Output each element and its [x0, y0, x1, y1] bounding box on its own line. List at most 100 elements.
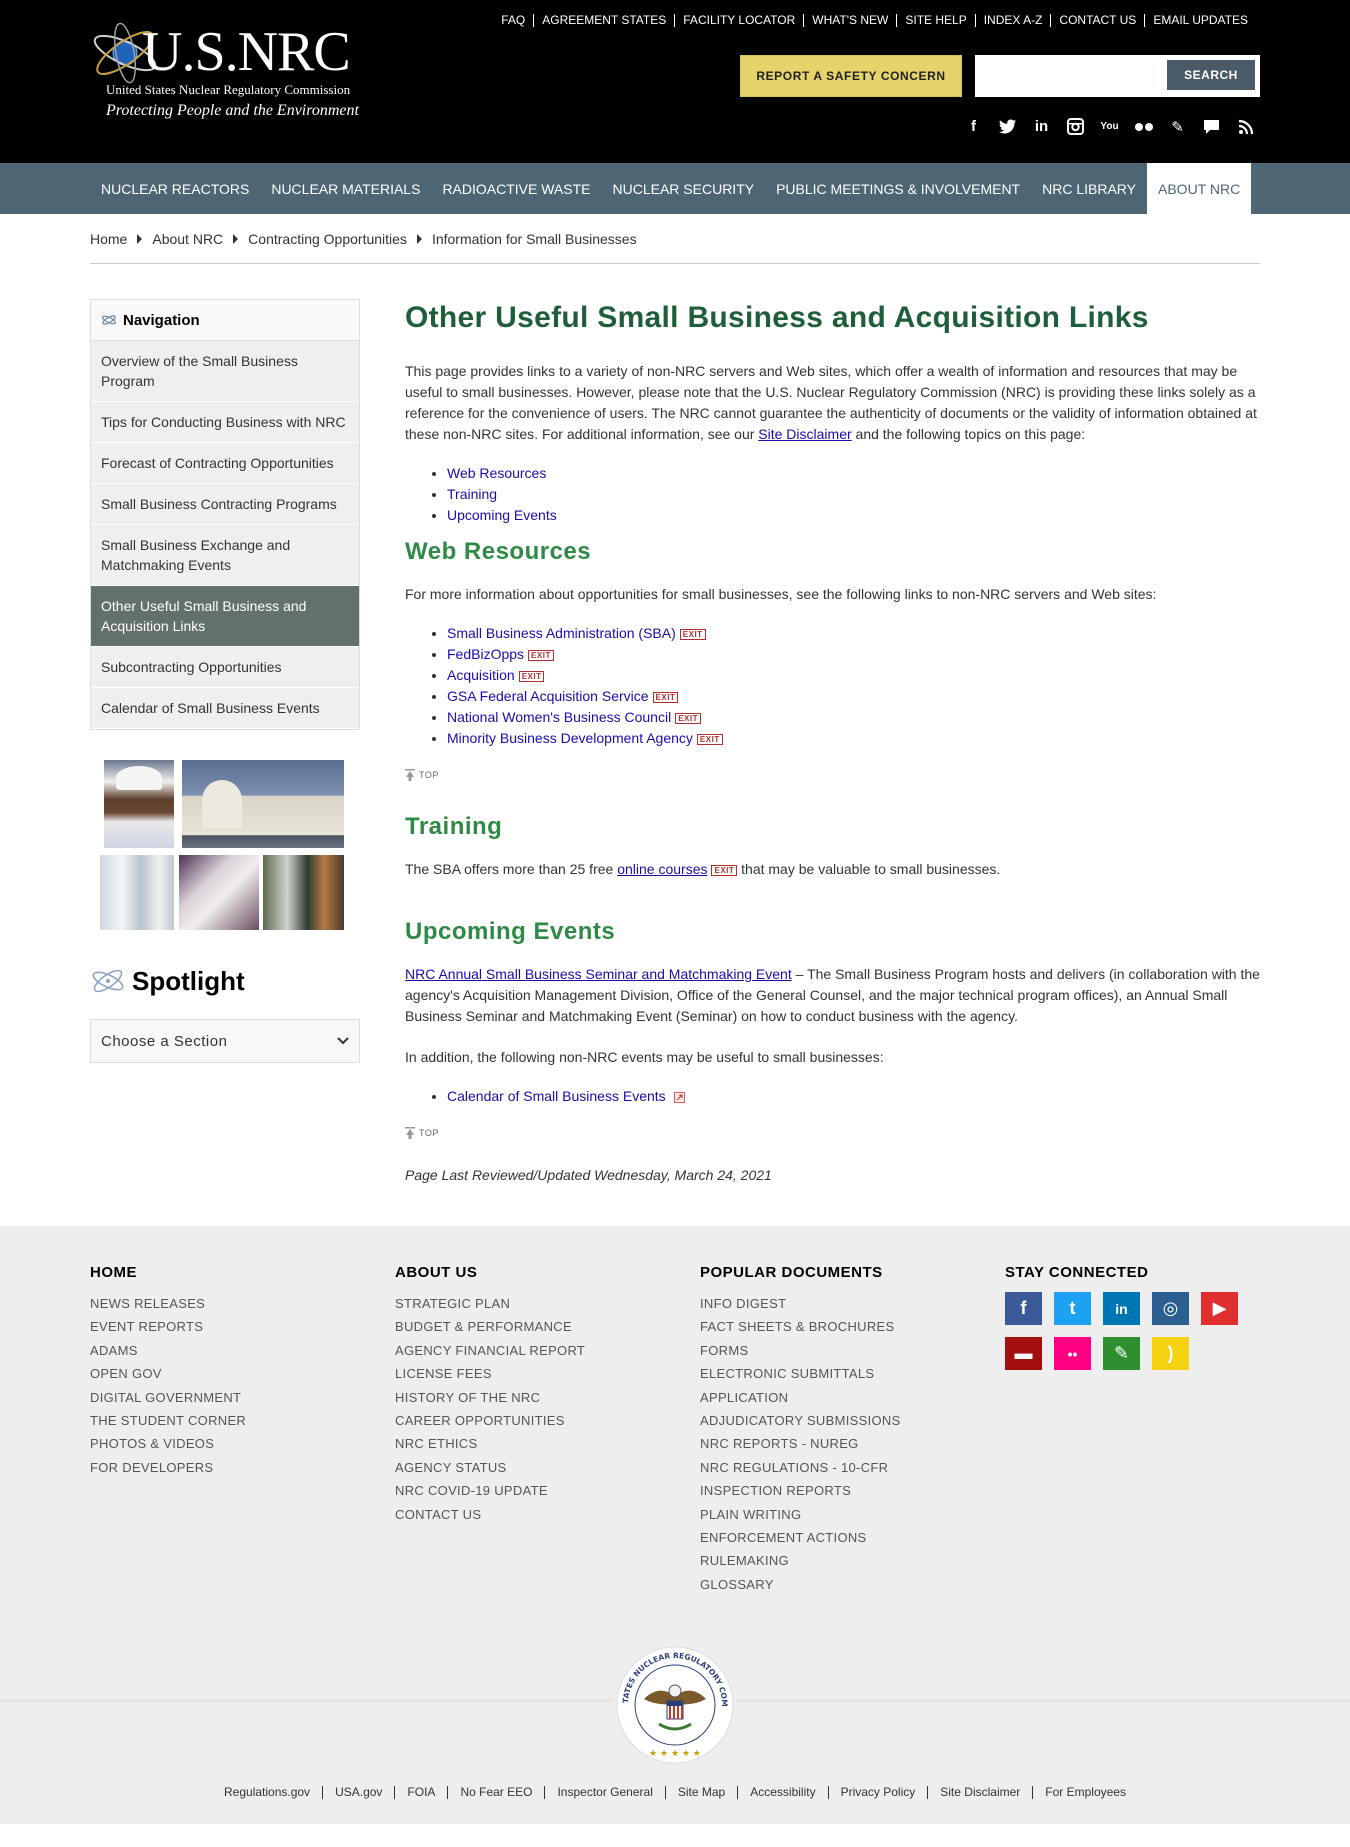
util-link-site-help[interactable]: SITE HELP — [896, 14, 974, 27]
nav-nuclear-materials[interactable]: NUCLEAR MATERIALS — [260, 163, 431, 214]
link-gsa[interactable]: GSA Federal Acquisition Service — [447, 688, 649, 704]
link-nwbc[interactable]: National Women's Business Council — [447, 709, 671, 725]
nav-nuclear-reactors[interactable]: NUCLEAR REACTORS — [90, 163, 260, 214]
sidebar-item-calendar[interactable]: Calendar of Small Business Events — [91, 688, 359, 729]
link-acquisition[interactable]: Acquisition — [447, 667, 515, 683]
comment-icon[interactable]: ▬ — [1005, 1337, 1042, 1370]
nav-about-nrc[interactable]: ABOUT NRC — [1147, 163, 1252, 214]
flickr-icon[interactable] — [1133, 116, 1154, 137]
blog-icon[interactable]: ✎ — [1103, 1337, 1140, 1370]
bottom-link-accessibility[interactable]: Accessibility — [737, 1786, 827, 1799]
footer-link[interactable]: INSPECTION REPORTS — [700, 1479, 1005, 1502]
bottom-link-foia[interactable]: FOIA — [394, 1786, 447, 1799]
breadcrumb-contracting[interactable]: Contracting Opportunities — [248, 231, 407, 247]
sidebar-item-tips[interactable]: Tips for Conducting Business with NRC — [91, 402, 359, 443]
bottom-link-site-map[interactable]: Site Map — [664, 1786, 737, 1799]
sidebar-item-overview[interactable]: Overview of the Small Business Program — [91, 341, 359, 402]
rss-icon[interactable] — [1235, 116, 1256, 137]
util-link-index[interactable]: INDEX A-Z — [974, 14, 1051, 27]
sidebar-item-contracting-programs[interactable]: Small Business Contracting Programs — [91, 484, 359, 525]
nav-nrc-library[interactable]: NRC LIBRARY — [1031, 163, 1147, 214]
util-link-facility-locator[interactable]: FACILITY LOCATOR — [674, 14, 803, 27]
footer-link[interactable]: INFO DIGEST — [700, 1292, 1005, 1315]
footer-link[interactable]: ELECTRONIC SUBMITTALS — [700, 1362, 1005, 1385]
instagram-icon[interactable]: ◎ — [1152, 1292, 1189, 1325]
report-safety-concern-button[interactable]: REPORT A SAFETY CONCERN — [740, 55, 962, 97]
back-to-top-link[interactable]: TOP — [405, 1127, 1260, 1139]
online-courses-link[interactable]: online courses — [617, 861, 707, 877]
site-disclaimer-link[interactable]: Site Disclaimer — [758, 426, 851, 442]
nrc-logo[interactable]: U.S.NRC United States Nuclear Regulatory… — [90, 18, 370, 128]
search-input[interactable] — [983, 61, 1163, 89]
footer-link[interactable]: FACT SHEETS & BROCHURES — [700, 1315, 1005, 1338]
footer-link[interactable]: NEWS RELEASES — [90, 1292, 395, 1315]
facebook-icon[interactable]: f — [1005, 1292, 1042, 1325]
sidebar-item-subcontracting[interactable]: Subcontracting Opportunities — [91, 647, 359, 688]
linkedin-icon[interactable]: in — [1031, 116, 1052, 137]
footer-link[interactable]: STRATEGIC PLAN — [395, 1292, 700, 1315]
back-to-top-link[interactable]: TOP — [405, 769, 1260, 781]
util-link-whats-new[interactable]: WHAT'S NEW — [803, 14, 896, 27]
util-link-agreement-states[interactable]: AGREEMENT STATES — [533, 14, 674, 27]
footer-link[interactable]: NRC REGULATIONS - 10-CFR — [700, 1456, 1005, 1479]
flickr-icon[interactable]: •• — [1054, 1337, 1091, 1370]
bottom-link-privacy[interactable]: Privacy Policy — [827, 1786, 928, 1799]
linkedin-icon[interactable]: in — [1103, 1292, 1140, 1325]
breadcrumb-about-nrc[interactable]: About NRC — [152, 231, 223, 247]
bottom-link-for-employees[interactable]: For Employees — [1032, 1786, 1138, 1799]
nav-nuclear-security[interactable]: NUCLEAR SECURITY — [602, 163, 766, 214]
calendar-link[interactable]: Calendar of Small Business Events — [447, 1088, 666, 1104]
search-button[interactable]: SEARCH — [1167, 60, 1255, 90]
nav-radioactive-waste[interactable]: RADIOACTIVE WASTE — [431, 163, 601, 214]
footer-link[interactable]: ENFORCEMENT ACTIONS — [700, 1526, 1005, 1549]
choose-section-dropdown[interactable]: Choose a Section — [90, 1019, 360, 1063]
nav-public-meetings[interactable]: PUBLIC MEETINGS & INVOLVEMENT — [765, 163, 1031, 214]
footer-link[interactable]: PHOTOS & VIDEOS — [90, 1432, 395, 1455]
footer-link[interactable]: AGENCY FINANCIAL REPORT — [395, 1339, 700, 1362]
footer-link[interactable]: CAREER OPPORTUNITIES — [395, 1409, 700, 1432]
comment-icon[interactable] — [1201, 116, 1222, 137]
link-mbda[interactable]: Minority Business Development Agency — [447, 730, 693, 746]
rss-icon[interactable]: ) — [1152, 1337, 1189, 1370]
toc-link-upcoming-events[interactable]: Upcoming Events — [447, 507, 557, 523]
footer-link[interactable]: NRC COVID-19 UPDATE — [395, 1479, 700, 1502]
bottom-link-regulations[interactable]: Regulations.gov — [212, 1786, 322, 1799]
facebook-icon[interactable]: f — [963, 116, 984, 137]
blog-icon[interactable]: ✎ — [1167, 116, 1188, 137]
util-link-email-updates[interactable]: EMAIL UPDATES — [1144, 14, 1256, 27]
footer-link[interactable]: EVENT REPORTS — [90, 1315, 395, 1338]
toc-link-training[interactable]: Training — [447, 486, 497, 502]
footer-link[interactable]: CONTACT US — [395, 1503, 700, 1526]
youtube-icon[interactable]: ▶ — [1201, 1292, 1238, 1325]
toc-link-web-resources[interactable]: Web Resources — [447, 465, 546, 481]
bottom-link-no-fear[interactable]: No Fear EEO — [447, 1786, 544, 1799]
footer-link[interactable]: PLAIN WRITING — [700, 1503, 1005, 1526]
instagram-icon[interactable] — [1065, 116, 1086, 137]
twitter-icon[interactable]: t — [1054, 1292, 1091, 1325]
footer-link[interactable]: ADAMS — [90, 1339, 395, 1362]
seminar-link[interactable]: NRC Annual Small Business Seminar and Ma… — [405, 966, 792, 982]
footer-link[interactable]: THE STUDENT CORNER — [90, 1409, 395, 1432]
sidebar-item-useful-links[interactable]: Other Useful Small Business and Acquisit… — [91, 586, 359, 647]
sidebar-item-exchange-matchmaking[interactable]: Small Business Exchange and Matchmaking … — [91, 525, 359, 586]
youtube-icon[interactable]: You — [1099, 116, 1120, 137]
footer-link[interactable]: BUDGET & PERFORMANCE — [395, 1315, 700, 1338]
link-sba[interactable]: Small Business Administration (SBA) — [447, 625, 676, 641]
twitter-icon[interactable] — [997, 116, 1018, 137]
footer-link[interactable]: ADJUDICATORY SUBMISSIONS — [700, 1409, 1005, 1432]
footer-link[interactable]: APPLICATION — [700, 1386, 1005, 1409]
bottom-link-usa-gov[interactable]: USA.gov — [322, 1786, 394, 1799]
bottom-link-site-disclaimer[interactable]: Site Disclaimer — [927, 1786, 1032, 1799]
link-fedbizopps[interactable]: FedBizOpps — [447, 646, 524, 662]
footer-link[interactable]: NRC ETHICS — [395, 1432, 700, 1455]
util-link-faq[interactable]: FAQ — [493, 14, 533, 27]
bottom-link-inspector-general[interactable]: Inspector General — [544, 1786, 664, 1799]
footer-link[interactable]: NRC REPORTS - NUREG — [700, 1432, 1005, 1455]
footer-link[interactable]: HISTORY OF THE NRC — [395, 1386, 700, 1409]
footer-link[interactable]: FOR DEVELOPERS — [90, 1456, 395, 1479]
sidebar-item-forecast[interactable]: Forecast of Contracting Opportunities — [91, 443, 359, 484]
footer-link[interactable]: RULEMAKING — [700, 1549, 1005, 1572]
footer-link[interactable]: FORMS — [700, 1339, 1005, 1362]
footer-link[interactable]: OPEN GOV — [90, 1362, 395, 1385]
breadcrumb-home[interactable]: Home — [90, 231, 127, 247]
